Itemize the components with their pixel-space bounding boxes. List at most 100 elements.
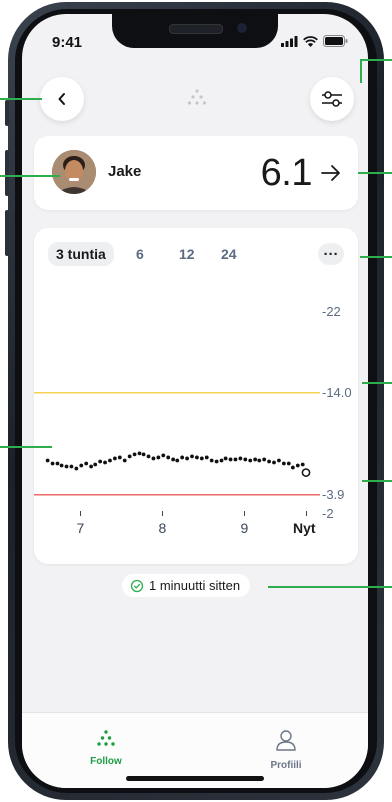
last-update-label: 1 minuutti sitten [149, 578, 241, 593]
glucose-point [190, 454, 194, 459]
glucose-point [89, 464, 94, 469]
signal-icon [281, 35, 298, 47]
callout-line-filter-h [360, 59, 392, 61]
callout-line-high [362, 382, 392, 384]
glucose-point [117, 455, 122, 460]
side-button-volume-up [5, 150, 9, 196]
battery-icon [323, 35, 348, 47]
glucose-point [103, 460, 107, 465]
filter-button[interactable] [310, 77, 354, 121]
glucose-point [151, 456, 156, 461]
glucose-point [69, 464, 74, 469]
glucose-point [281, 461, 286, 466]
glucose-point [59, 463, 64, 468]
glucose-point [84, 461, 89, 466]
x-tick-label: 9 [240, 520, 249, 536]
tab-follow-label: Follow [90, 756, 122, 767]
status-icons [281, 35, 348, 47]
app-screen: 9:41 Jake 6.1 3 tuntia 6 12 24 ··· -22 -… [22, 14, 368, 788]
glucose-point [238, 456, 243, 461]
glucose-point [267, 459, 271, 464]
glucose-point [228, 457, 233, 462]
glucose-point [243, 457, 248, 462]
glucose-point [127, 454, 132, 459]
glucose-point [112, 456, 117, 461]
glucose-point [55, 461, 60, 466]
arrow-right-icon [321, 165, 340, 181]
glucose-point [64, 464, 69, 469]
tab-profile[interactable]: Profiili [246, 729, 326, 771]
x-tick [79, 511, 81, 516]
side-button-mute [5, 100, 9, 126]
glucose-point [79, 463, 84, 468]
glucose-point [122, 458, 127, 463]
glucose-point [262, 457, 267, 462]
glucose-point [180, 455, 185, 460]
glucose-point [45, 458, 50, 463]
glucose-point [156, 455, 161, 460]
tab-profile-label: Profiili [270, 760, 302, 771]
back-button[interactable] [40, 77, 84, 121]
speaker-grille [169, 24, 223, 34]
glucose-point [233, 457, 238, 462]
x-tick-label-now: Nyt [293, 520, 316, 536]
glucose-point [93, 462, 98, 467]
glucose-point [74, 466, 79, 471]
glucose-point [161, 453, 166, 458]
glucose-point [50, 461, 55, 466]
x-tick-label: 7 [76, 520, 85, 536]
profile-person-icon [276, 730, 296, 751]
tab-follow[interactable]: Follow [66, 729, 146, 767]
glucose-point [253, 457, 258, 462]
glucose-point [204, 455, 209, 460]
callout-line-reading [358, 172, 392, 174]
glucose-point [257, 458, 262, 463]
chart-card: 3 tuntia 6 12 24 ··· -22 -14.0 -3.9 -2 7… [34, 228, 358, 564]
glucose-point [199, 456, 204, 461]
glucose-point [300, 462, 305, 467]
x-tick [243, 511, 245, 516]
home-indicator [126, 776, 264, 781]
callout-line-low [362, 480, 392, 482]
glucose-point [219, 458, 224, 463]
glucose-point [286, 461, 291, 466]
glucose-point [146, 454, 151, 459]
glucose-point [171, 457, 176, 462]
glucose-point [223, 456, 228, 461]
glucose-point [185, 456, 189, 461]
glucose-point [166, 455, 171, 460]
glucose-point [209, 458, 214, 463]
glucose-point [98, 459, 103, 464]
side-button-volume-down [5, 210, 9, 256]
wifi-icon [303, 35, 318, 47]
callout-line-update [268, 586, 392, 588]
glucose-chart [34, 392, 320, 496]
x-tick-label: 8 [158, 520, 167, 536]
callout-line-back [0, 98, 42, 100]
user-name: Jake [108, 163, 142, 180]
glucose-point [108, 458, 112, 463]
dots-logo-icon [187, 89, 207, 105]
notch [112, 14, 278, 48]
glucose-point [214, 459, 219, 464]
front-camera [237, 23, 247, 33]
glucose-point [175, 458, 180, 463]
callout-line-filter-v [360, 59, 362, 83]
glucose-point [290, 465, 295, 470]
glucose-point [295, 463, 300, 468]
chevron-left-icon [58, 93, 65, 105]
last-update-pill: 1 minuutti sitten [122, 574, 251, 597]
avatar-person-icon [52, 150, 96, 194]
x-tick [305, 511, 307, 516]
check-circle-icon [130, 579, 144, 592]
x-tick [161, 511, 163, 516]
user-card[interactable]: Jake 6.1 [34, 136, 358, 210]
glucose-point [248, 458, 253, 463]
glucose-reading: 6.1 [260, 152, 313, 194]
callout-line-avatar [0, 175, 60, 177]
glucose-point [277, 458, 281, 463]
glucose-point [272, 460, 276, 465]
sliders-icon [322, 91, 342, 107]
status-time: 9:41 [52, 34, 83, 51]
latest-glucose-point[interactable] [301, 468, 311, 477]
